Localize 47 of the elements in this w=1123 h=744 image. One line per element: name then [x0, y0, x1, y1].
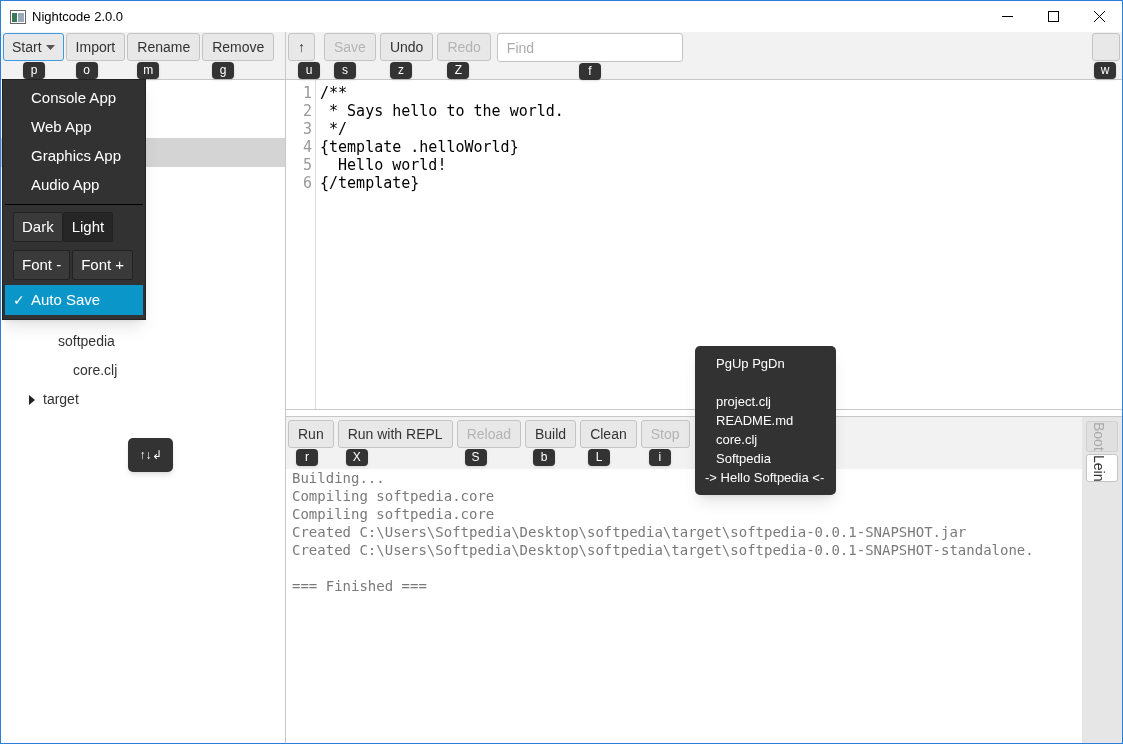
- shortcut-hint: u: [298, 62, 320, 79]
- tooltip-line: PgUp PgDn: [715, 355, 786, 373]
- tree-label: target: [43, 390, 79, 409]
- code-line: * Says hello to the world.: [328, 102, 564, 120]
- code-line: {template .helloWorld}: [320, 138, 520, 156]
- line-number: 2: [302, 102, 312, 120]
- check-icon: ✓: [5, 289, 31, 311]
- shortcut-hint: S: [464, 449, 487, 466]
- code-line: */: [328, 120, 349, 138]
- shortcut-hint: X: [345, 449, 368, 466]
- tooltip-line: README.md: [715, 412, 795, 430]
- window-title: Nightcode 2.0.0: [32, 7, 124, 26]
- shortcut-hint: w: [1094, 62, 1116, 79]
- shortcut-hint: ↑↓↲: [128, 438, 173, 472]
- line-number: 4: [302, 138, 312, 156]
- code-line: /**: [320, 84, 349, 102]
- shortcut-hint: o: [75, 62, 98, 79]
- tooltip-line: Softpedia: [715, 450, 772, 468]
- tree-label: core.clj: [73, 361, 118, 380]
- line-number: 3: [302, 120, 312, 138]
- output-line: Created C:\Users\Softpedia\Desktop\softpedia\target\softpedia-0.0.1-SNAPSHOT-standalone.: [292, 541, 1034, 559]
- shortcut-hint: L: [588, 449, 611, 466]
- tree-label: softpedia: [58, 332, 115, 351]
- shortcut-hint: s: [334, 62, 356, 79]
- output-line: Compiling softpedia.core: [292, 505, 495, 523]
- tooltip-line: core.clj: [715, 431, 759, 449]
- menu-label: Auto Save: [31, 289, 101, 310]
- code-line: Hello world!: [337, 156, 448, 174]
- shortcut-hint: b: [533, 449, 555, 466]
- shortcut-hint: f: [578, 63, 601, 80]
- output-line: Compiling softpedia.core: [292, 487, 495, 505]
- shortcut-hint: p: [23, 62, 45, 79]
- shortcut-hint: g: [212, 62, 235, 79]
- code-line: {/template}: [320, 174, 421, 192]
- output-line: Created C:\Users\Softpedia\Desktop\softpedia\target\softpedia-0.0.1-SNAPSHOT.jar: [292, 523, 967, 541]
- output-line: === Finished ===: [292, 577, 427, 595]
- tooltip-line: -> Hello Softpedia <-: [704, 469, 826, 487]
- tooltip-line: project.clj: [715, 393, 772, 411]
- line-number: 5: [302, 156, 312, 174]
- shortcut-hint: m: [137, 62, 160, 79]
- output-line: Building...: [292, 469, 385, 487]
- shortcut-hint: z: [389, 62, 412, 79]
- shortcut-hint: r: [296, 449, 318, 466]
- shortcut-hint: i: [648, 449, 671, 466]
- shortcut-hint: Z: [447, 62, 470, 79]
- line-number: 1: [302, 84, 312, 102]
- line-number: 6: [302, 174, 312, 192]
